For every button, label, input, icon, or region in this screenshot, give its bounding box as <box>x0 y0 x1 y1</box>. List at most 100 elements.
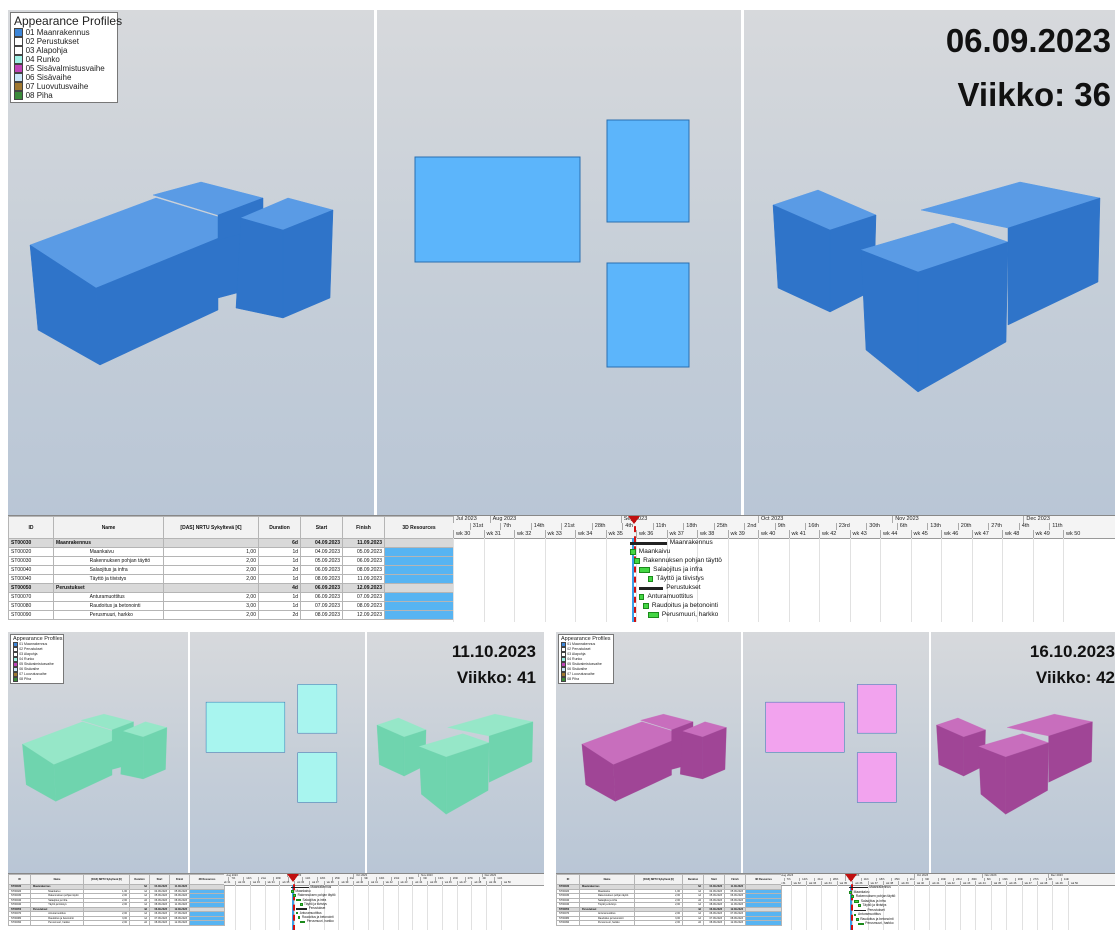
column-header[interactable]: Finish <box>724 874 746 885</box>
column-header[interactable]: Name <box>579 874 635 885</box>
gantt-summary-bar[interactable] <box>849 887 868 889</box>
gantt-task-bar[interactable] <box>293 894 297 898</box>
gantt-gridline <box>382 884 384 930</box>
gantt-month: Sep 2023 <box>620 516 758 523</box>
gantt-day: 11th <box>1049 523 1080 530</box>
building-plan-view[interactable] <box>765 684 897 803</box>
gantt-week: wk 33 <box>544 530 576 538</box>
task-row[interactable]: ST00070 Anturamuottitus 2,00 1d 06.09.2023 07… <box>8 592 454 602</box>
gantt-today-line[interactable] <box>634 516 637 622</box>
building-perspective-left[interactable] <box>29 181 334 366</box>
gantt-task-bar[interactable] <box>647 612 659 618</box>
task-row[interactable]: ST00050 Perustukset 4d 06.09.2023 12.09.2023 <box>8 583 454 593</box>
building-perspective-left[interactable] <box>22 713 168 802</box>
gantt-task-bar[interactable] <box>638 594 645 600</box>
task-row[interactable]: ST00030 Rakennuksen pohjan täyttö 2,00 1d 05… <box>8 556 454 566</box>
legend-swatch <box>14 28 23 37</box>
3d-resource-cell <box>384 547 454 557</box>
gantt-task-bar[interactable] <box>858 922 864 926</box>
task-row[interactable]: ST00090 Perusmuuri, harkko 2,00 2d 08.09.202… <box>8 610 454 620</box>
gantt-chart[interactable]: Jul 2023Aug 2023Sep 2023Oct 2023Nov 2023… <box>781 874 1115 930</box>
gantt-task-bar[interactable] <box>858 904 861 908</box>
legend-item: 08 Piha <box>13 676 61 682</box>
gantt-gridline <box>397 884 399 930</box>
gantt-gridline <box>849 538 851 622</box>
gantt-gridline <box>575 538 576 622</box>
gantt-task-bar[interactable] <box>291 890 295 893</box>
3d-model-views <box>29 119 1101 393</box>
gantt-task-bar[interactable] <box>643 603 649 609</box>
gantt-week: wk 50 <box>1067 881 1083 886</box>
legend-swatch <box>561 676 566 682</box>
gantt-task-bar[interactable] <box>295 911 299 915</box>
gantt-today-marker-icon[interactable] <box>628 516 641 524</box>
gantt-task-bar[interactable] <box>855 918 859 921</box>
gantt-summary-bar[interactable] <box>295 908 308 910</box>
gantt-gridline <box>805 885 807 930</box>
column-header[interactable]: 3D Resources <box>384 516 454 539</box>
plan-block <box>297 752 338 803</box>
gantt-task-bar[interactable] <box>295 898 302 902</box>
gantt-summary-bar[interactable] <box>853 909 866 912</box>
snapshot-week-41: Appearance Profiles 01 Maanrakennus 02 Pe… <box>8 632 544 930</box>
gantt-task-bar[interactable] <box>634 558 641 564</box>
gantt-task-bar[interactable] <box>630 549 636 555</box>
gantt-gridline <box>910 538 912 622</box>
column-header[interactable]: ID <box>8 874 31 885</box>
gantt-summary-bar[interactable] <box>291 886 310 888</box>
gantt-task-bar[interactable] <box>297 916 301 919</box>
gantt-bar-label: Raudoitus ja betonointi <box>651 602 718 609</box>
column-header[interactable]: [DAS] NRTU Sykyltevä [€] <box>163 516 259 539</box>
gantt-today-marker-icon[interactable] <box>845 874 858 882</box>
gantt-chart[interactable]: Jul 2023Aug 2023Sep 2023Oct 2023Nov 2023… <box>224 874 544 930</box>
column-header[interactable]: Duration <box>129 874 150 885</box>
task-row[interactable]: ST00020 Maankaivu 1,00 1d 04.09.2023 05.09.20… <box>8 547 454 557</box>
building-plan-view[interactable] <box>205 684 338 803</box>
task-dur-cell: 2d <box>258 610 301 620</box>
column-header[interactable]: [DAS] NRTU Sykyltevä [€] <box>634 874 683 885</box>
task-row[interactable]: ST00090 Perusmuuri, harkko 2,00 2d 08.09.202… <box>556 920 782 926</box>
column-header[interactable]: Name <box>30 874 84 885</box>
column-header[interactable]: 3D Resources <box>745 874 782 885</box>
column-header[interactable]: Duration <box>258 516 301 539</box>
task-row[interactable]: ST00040 Salaojitus ja infra 2,00 2d 06.09.20… <box>8 565 454 575</box>
column-header[interactable]: [DAS] NRTU Sykyltevä [€] <box>83 874 130 885</box>
column-header[interactable]: Finish <box>169 874 190 885</box>
gantt-summary-bar[interactable] <box>638 587 664 590</box>
column-header[interactable]: Start <box>703 874 725 885</box>
column-header[interactable]: Duration <box>682 874 704 885</box>
building-perspective-left[interactable] <box>581 713 727 802</box>
task-row[interactable]: ST00040 Täyttö ja tiivistys 2,00 1d 08.09.20… <box>8 574 454 584</box>
gantt-task-bar[interactable] <box>853 899 860 903</box>
column-header[interactable]: 3D Resources <box>189 874 225 885</box>
gantt-task-bar[interactable] <box>851 895 855 899</box>
building-plan-view[interactable] <box>414 119 690 368</box>
gantt-today-marker-icon[interactable] <box>287 874 300 882</box>
building-perspective-right[interactable] <box>376 713 534 815</box>
gantt-task-bar[interactable] <box>853 913 857 917</box>
task-row[interactable]: ST00030 Maanrakennus 6d 04.09.2023 11.09.202… <box>8 538 454 548</box>
task-row[interactable]: ST00080 Raudoitus ja betonointi 3,00 1d 07.0… <box>8 601 454 611</box>
gantt-task-bar[interactable] <box>849 890 853 894</box>
gantt-task-bar[interactable] <box>638 567 651 573</box>
column-header[interactable]: Name <box>53 516 164 539</box>
gantt-gridline <box>544 538 546 622</box>
building-perspective-right[interactable] <box>936 713 1093 815</box>
column-header[interactable]: ID <box>8 516 54 539</box>
gantt-task-bar[interactable] <box>299 920 306 924</box>
column-header[interactable]: Start <box>300 516 343 539</box>
gantt-summary-bar[interactable] <box>630 542 667 545</box>
gantt-chart[interactable]: Jul 2023Aug 2023Sep 2023Oct 2023Nov 2023… <box>453 516 1115 622</box>
building-perspective-right[interactable] <box>772 181 1101 393</box>
column-header[interactable]: Start <box>149 874 170 885</box>
task-name-cell: Rakennuksen pohjan täyttö <box>53 556 164 566</box>
task-row[interactable]: ST00090 Perusmuuri, harkko 2,00 2d 08.09.202… <box>8 920 225 926</box>
gantt-task-bar[interactable] <box>299 903 303 906</box>
column-header[interactable]: Finish <box>342 516 385 539</box>
gantt-week: wk 41 <box>929 881 944 886</box>
gantt-today-line[interactable] <box>293 874 296 930</box>
legend-label: 06 Sisävaihe <box>19 667 40 672</box>
column-header[interactable]: ID <box>556 874 580 885</box>
legend-item: 02 Perustukset <box>14 37 114 46</box>
gantt-task-bar[interactable] <box>647 576 654 582</box>
